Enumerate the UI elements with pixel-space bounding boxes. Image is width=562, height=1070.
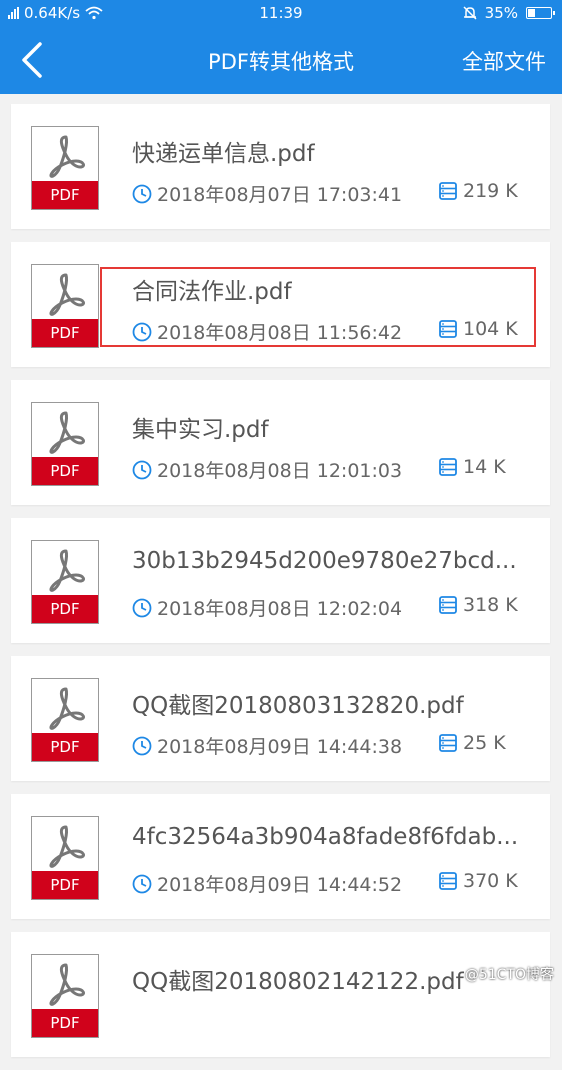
highlight-box	[100, 267, 536, 347]
file-name: 30b13b2945d200e9780e27bcd...	[132, 548, 517, 574]
watermark: @51CTO博客	[464, 967, 554, 983]
storage-icon	[439, 182, 457, 200]
file-item[interactable]: PDF 快递运单信息.pdf 2018年08月07日 17:03:41 219 K	[11, 104, 550, 229]
pdf-file-icon: PDF	[31, 540, 99, 624]
pdf-label: PDF	[32, 181, 98, 209]
pdf-acrobat-icon	[49, 273, 85, 316]
status-right: 35%	[463, 4, 555, 22]
pdf-acrobat-icon	[49, 687, 85, 730]
file-list: PDF 快递运单信息.pdf 2018年08月07日 17:03:41 219 K PD…	[11, 104, 550, 1070]
file-item[interactable]: PDF QQ截图20180802142122.pdf	[11, 932, 550, 1057]
pdf-file-icon: PDF	[31, 816, 99, 900]
pdf-label: PDF	[32, 1009, 98, 1037]
storage-icon	[439, 734, 457, 752]
top-bar: 0.64K/s 11:39 35% PDF转其他格式 全部文件	[0, 0, 562, 94]
storage-icon	[439, 596, 457, 614]
pdf-acrobat-icon	[49, 411, 85, 454]
mute-bell-icon	[463, 6, 477, 20]
file-size-text: 219 K	[463, 180, 518, 202]
file-name: 快递运单信息.pdf	[132, 141, 315, 167]
clock-icon	[132, 736, 152, 755]
pdf-acrobat-icon	[49, 549, 85, 592]
pdf-file-icon: PDF	[31, 126, 99, 210]
file-item[interactable]: PDF 4fc32564a3b904a8fade8f6fdab... 2018年08…	[11, 794, 550, 919]
file-name: 4fc32564a3b904a8fade8f6fdab...	[132, 824, 519, 850]
pdf-label: PDF	[32, 595, 98, 623]
file-item[interactable]: PDF 30b13b2945d200e9780e27bcd... 2018年08月0…	[11, 518, 550, 643]
battery-percent: 35%	[484, 4, 518, 22]
file-name: QQ截图20180802142122.pdf	[132, 969, 464, 995]
file-date-text: 2018年08月08日 12:01:03	[157, 460, 403, 482]
clock-icon	[132, 460, 152, 479]
file-size: 25 K	[438, 732, 506, 754]
file-item[interactable]: PDF 合同法作业.pdf 2018年08月08日 11:56:42 104 K	[11, 242, 550, 367]
status-bar: 0.64K/s 11:39 35%	[0, 0, 562, 26]
battery-icon	[526, 7, 555, 19]
pdf-label: PDF	[32, 733, 98, 761]
pdf-acrobat-icon	[49, 825, 85, 868]
file-item[interactable]: PDF 集中实习.pdf 2018年08月08日 12:01:03 14 K	[11, 380, 550, 505]
file-date-text: 2018年08月08日 12:02:04	[157, 598, 403, 620]
file-size-text: 14 K	[463, 456, 506, 478]
pdf-label: PDF	[32, 871, 98, 899]
storage-icon	[439, 458, 457, 476]
file-date: 2018年08月09日 14:44:38	[132, 732, 402, 759]
file-size-text: 370 K	[463, 870, 518, 892]
pdf-label: PDF	[32, 319, 98, 347]
file-name: QQ截图20180803132820.pdf	[132, 693, 464, 719]
file-size: 219 K	[438, 180, 518, 202]
pdf-acrobat-icon	[49, 135, 85, 178]
clock-icon	[132, 184, 152, 203]
pdf-file-icon: PDF	[31, 954, 99, 1038]
file-date-text: 2018年08月09日 14:44:52	[157, 874, 403, 896]
clock-icon	[132, 598, 152, 617]
pdf-file-icon: PDF	[31, 264, 99, 348]
file-date-text: 2018年08月09日 14:44:38	[157, 736, 403, 758]
pdf-label: PDF	[32, 457, 98, 485]
file-size-text: 25 K	[463, 732, 506, 754]
nav-bar: PDF转其他格式 全部文件	[0, 26, 562, 94]
file-date: 2018年08月07日 17:03:41	[132, 180, 402, 207]
file-name: 集中实习.pdf	[132, 417, 269, 443]
file-size: 318 K	[438, 594, 518, 616]
clock-icon	[132, 874, 152, 893]
file-date: 2018年08月08日 12:01:03	[132, 456, 402, 483]
file-size-text: 318 K	[463, 594, 518, 616]
pdf-file-icon: PDF	[31, 402, 99, 486]
pdf-acrobat-icon	[49, 963, 85, 1006]
file-item[interactable]: PDF QQ截图20180803132820.pdf 2018年08月09日 14:…	[11, 656, 550, 781]
storage-icon	[439, 872, 457, 890]
file-size: 370 K	[438, 870, 518, 892]
pdf-file-icon: PDF	[31, 678, 99, 762]
file-date: 2018年08月08日 12:02:04	[132, 594, 402, 621]
all-files-button[interactable]: 全部文件	[462, 46, 546, 76]
file-date-text: 2018年08月07日 17:03:41	[157, 184, 403, 206]
file-date: 2018年08月09日 14:44:52	[132, 870, 402, 897]
file-size: 14 K	[438, 456, 506, 478]
